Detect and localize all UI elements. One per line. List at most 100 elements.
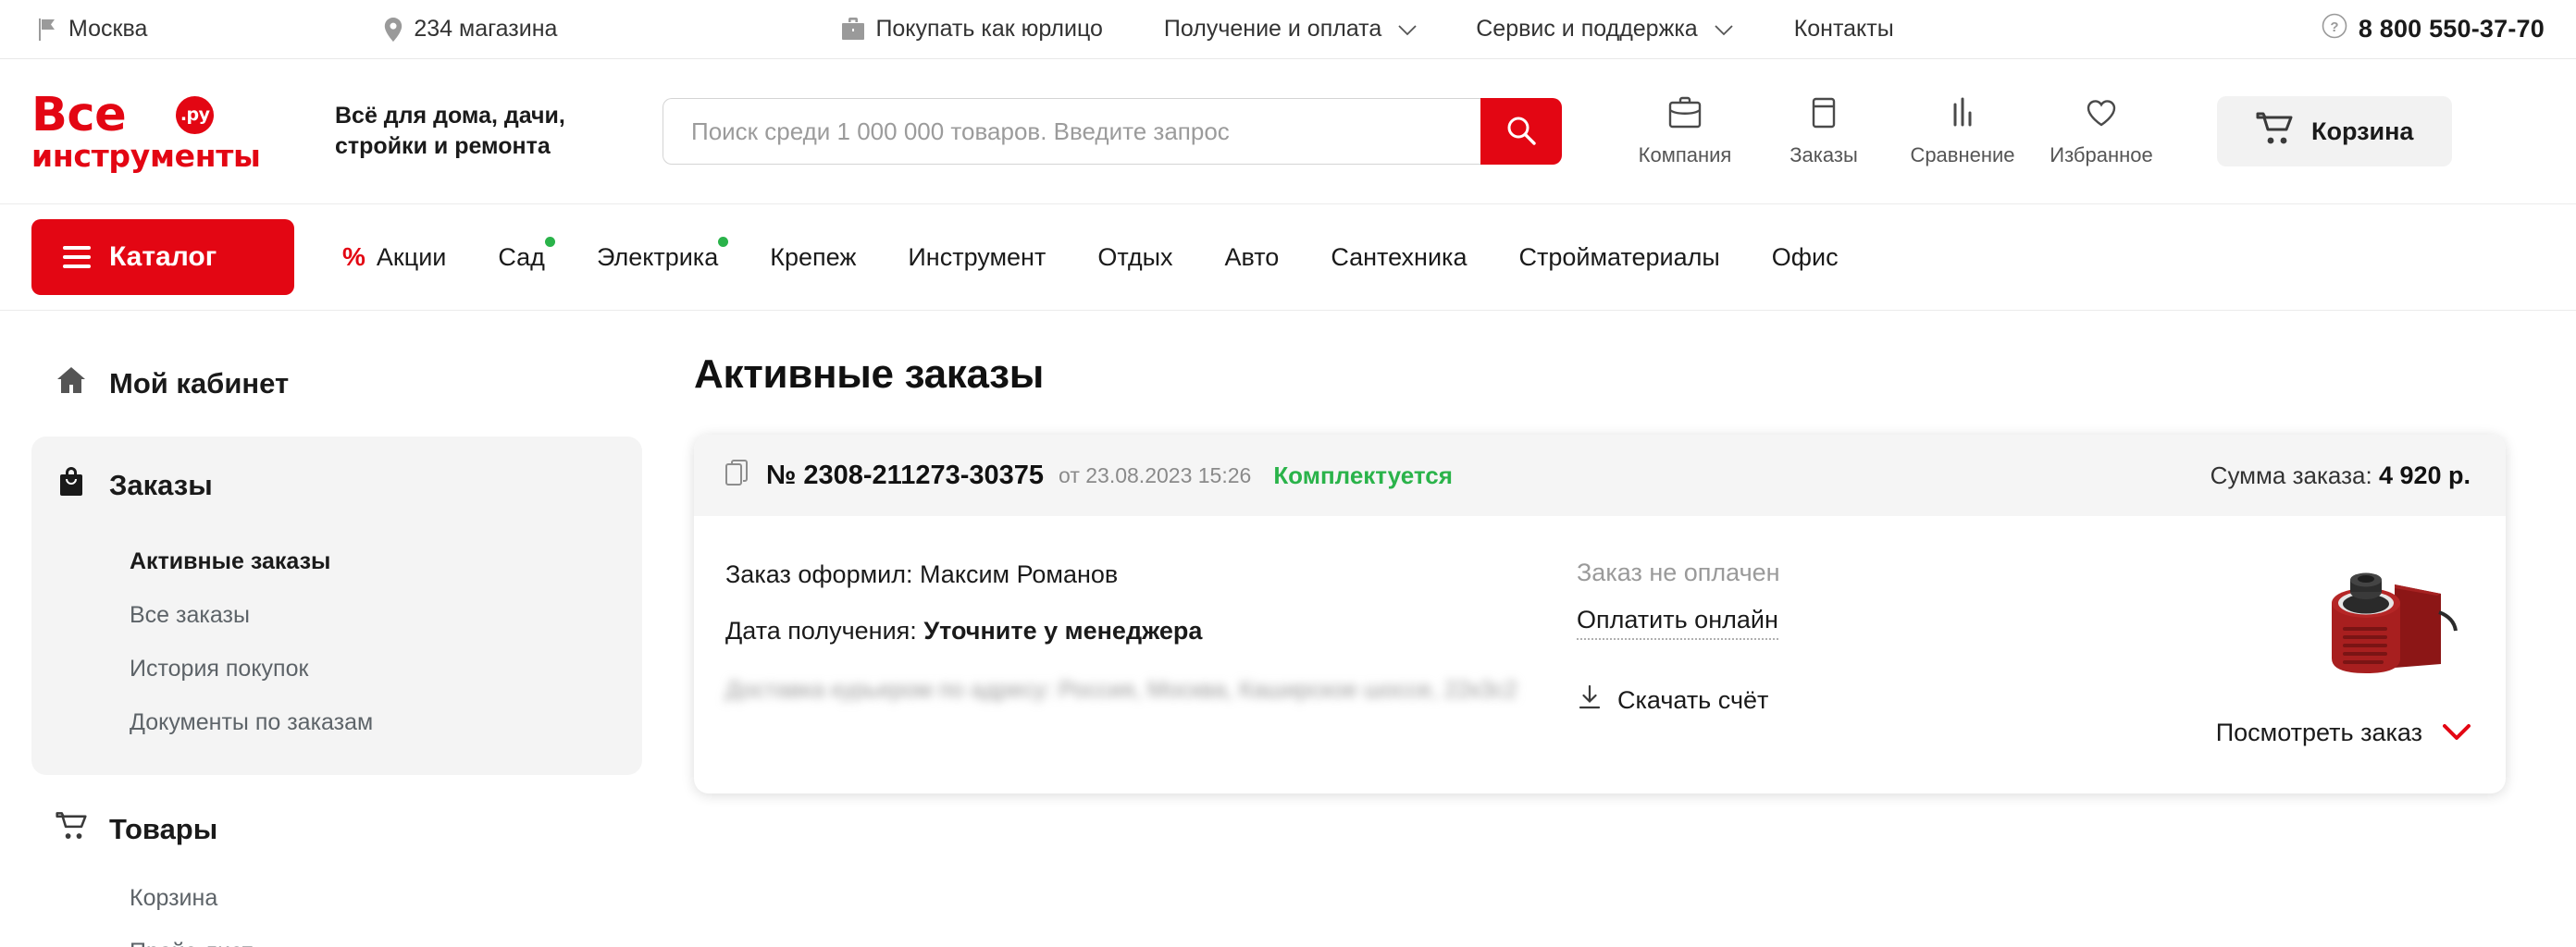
slogan-line-2: стройки и ремонта <box>335 133 551 159</box>
catnav-item-stroymaterialy[interactable]: Стройматериалы <box>1518 243 1719 272</box>
chevron-down-icon <box>2443 719 2471 747</box>
order-receive-date-label: Дата получения: <box>725 617 917 645</box>
service-support-menu[interactable]: Сервис и поддержка <box>1476 16 1733 43</box>
search-bar <box>663 98 1562 165</box>
catnav-item-instrument[interactable]: Инструмент <box>908 243 1046 272</box>
buy-as-legal-entity-link[interactable]: Покупать как юрлицо <box>842 16 1103 43</box>
catnav-item-santehnika[interactable]: Сантехника <box>1331 243 1467 272</box>
sidebar-item-price-list[interactable]: Прайс-лист <box>31 925 642 947</box>
page-body: Мой кабинет Заказы Активные заказы Все з… <box>0 311 2576 947</box>
payment-status-text: Заказ не оплачен <box>1577 559 1780 586</box>
order-card: № 2308-211273-30375 от 23.08.2023 15:26 … <box>694 435 2506 793</box>
catnav-item-label: Отдых <box>1097 242 1173 271</box>
header-nav-orders-label: Заказы <box>1790 143 1858 166</box>
sidebar-item-all-orders[interactable]: Все заказы <box>31 588 642 642</box>
catnav-item-sad[interactable]: Сад <box>498 236 555 272</box>
heart-icon <box>2083 95 2120 135</box>
header-nav-favorites[interactable]: Избранное <box>2032 95 2171 167</box>
sidebar-sub-label: Корзина <box>130 884 218 911</box>
catalog-button[interactable]: Каталог <box>31 219 294 295</box>
shops-link[interactable]: 234 магазина <box>384 16 557 43</box>
catnav-item-elektrika[interactable]: Электрика <box>597 236 729 272</box>
header-nav-company[interactable]: Компания <box>1616 95 1754 167</box>
service-support-label: Сервис и поддержка <box>1476 16 1698 42</box>
header-nav-compare[interactable]: Сравнение <box>1893 95 2032 167</box>
buy-as-legal-entity-label: Покупать как юрлицо <box>875 16 1103 42</box>
sidebar-sub-label: История покупок <box>130 655 309 682</box>
city-selector[interactable]: Москва <box>37 16 147 43</box>
account-sidebar: Мой кабинет Заказы Активные заказы Все з… <box>31 311 642 947</box>
copy-icon[interactable] <box>725 459 749 492</box>
search-input[interactable] <box>663 98 1480 165</box>
order-right-column: Посмотреть заказ <box>2169 553 2471 749</box>
product-thumbnail[interactable] <box>2298 555 2463 694</box>
sidebar-item-label: Мой кабинет <box>109 367 290 400</box>
view-order-toggle[interactable]: Посмотреть заказ <box>2216 719 2471 749</box>
contacts-link[interactable]: Контакты <box>1794 16 1894 43</box>
svg-text:?: ? <box>2330 19 2338 35</box>
cart-label: Корзина <box>2311 117 2414 145</box>
catnav-item-ofis[interactable]: Офис <box>1772 243 1839 272</box>
catalog-nav: Каталог % Акции Сад Электрика Крепеж Инс… <box>0 203 2576 311</box>
search-button[interactable] <box>1480 98 1562 165</box>
logo-ru-badge: .ру <box>176 96 215 134</box>
sidebar-sub-label: Активные заказы <box>130 547 331 574</box>
order-receive-date-value: Уточните у менеджера <box>923 617 1203 645</box>
contacts-label: Контакты <box>1793 16 1894 42</box>
pay-online-link[interactable]: Оплатить онлайн <box>1577 606 1778 640</box>
new-badge-dot <box>718 236 729 247</box>
flag-icon <box>37 18 57 41</box>
catnav-item-otdyh[interactable]: Отдых <box>1097 243 1172 272</box>
page-title: Активные заказы <box>694 351 1045 397</box>
sidebar-item-order-documents[interactable]: Документы по заказам <box>31 695 642 749</box>
sidebar-item-orders[interactable]: Заказы <box>31 457 642 514</box>
sidebar-item-purchase-history[interactable]: История покупок <box>31 642 642 695</box>
header-nav-compare-label: Сравнение <box>1910 143 2015 166</box>
cart-button[interactable]: Корзина <box>2217 96 2453 166</box>
site-logo[interactable]: Все .ру инструменты <box>31 92 283 171</box>
catnav-item-akcii[interactable]: % Акции <box>342 242 446 272</box>
support-phone-number: 8 800 550-37-70 <box>2358 15 2545 43</box>
briefcase-icon <box>1666 95 1703 135</box>
sidebar-sub-label: Документы по заказам <box>130 708 374 735</box>
bars-icon <box>1944 95 1981 135</box>
sidebar-item-my-account[interactable]: Мой кабинет <box>31 355 642 412</box>
main-content: Активные заказы № 2308-211273-30375 от 2… <box>642 311 2545 947</box>
cart-icon <box>56 811 87 848</box>
order-delivery-address-blurred: Доставка курьером по адресу: Россия, Мос… <box>725 677 1517 703</box>
box-icon <box>1805 95 1842 135</box>
sidebar-item-products[interactable]: Товары <box>31 801 642 858</box>
chevron-down-icon <box>1398 16 1417 43</box>
logo-top-row: Все .ру <box>31 92 283 139</box>
sidebar-item-active-orders[interactable]: Активные заказы <box>31 535 642 588</box>
sidebar-item-cart[interactable]: Корзина <box>31 871 642 925</box>
percent-icon: % <box>342 242 365 271</box>
site-slogan: Всё для дома, дачи, стройки и ремонта <box>335 101 613 162</box>
shops-label: 234 магазина <box>414 16 558 42</box>
order-placed-by-value: Максим Романов <box>920 560 1119 588</box>
catnav-item-krepezh[interactable]: Крепеж <box>770 243 856 272</box>
new-badge-dot <box>544 236 555 247</box>
catnav-item-avto[interactable]: Авто <box>1224 243 1279 272</box>
order-payment-column: Заказ не оплачен Оплатить онлайн Скачать… <box>1577 553 2169 749</box>
catnav-item-label: Акции <box>376 242 447 271</box>
catnav-item-label: Стройматериалы <box>1518 242 1720 271</box>
order-sum-value: 4 920 р. <box>2378 461 2471 489</box>
view-order-label: Посмотреть заказ <box>2215 719 2422 746</box>
header-nav-favorites-label: Избранное <box>2050 143 2153 166</box>
top-utility-bar: Москва 234 магазина Покупать как юрлицо … <box>0 0 2576 59</box>
order-card-header: № 2308-211273-30375 от 23.08.2023 15:26 … <box>694 435 2506 516</box>
download-icon <box>1577 684 1603 717</box>
order-sum-label: Сумма заказа: <box>2210 461 2372 489</box>
catnav-item-label: Офис <box>1771 242 1839 271</box>
sidebar-sub-label: Прайс-лист <box>130 939 253 947</box>
map-pin-icon <box>384 17 402 42</box>
header-nav-orders[interactable]: Заказы <box>1754 95 1893 167</box>
order-details-column: Заказ оформил: Максим Романов Дата получ… <box>725 553 1577 749</box>
header-nav-company-label: Компания <box>1638 143 1732 166</box>
delivery-payment-menu[interactable]: Получение и оплата <box>1164 16 1417 43</box>
download-invoice-button[interactable]: Скачать счёт <box>1577 684 2169 717</box>
support-phone[interactable]: ? 8 800 550-37-70 <box>2322 13 2545 45</box>
catnav-item-label: Крепеж <box>770 242 857 271</box>
